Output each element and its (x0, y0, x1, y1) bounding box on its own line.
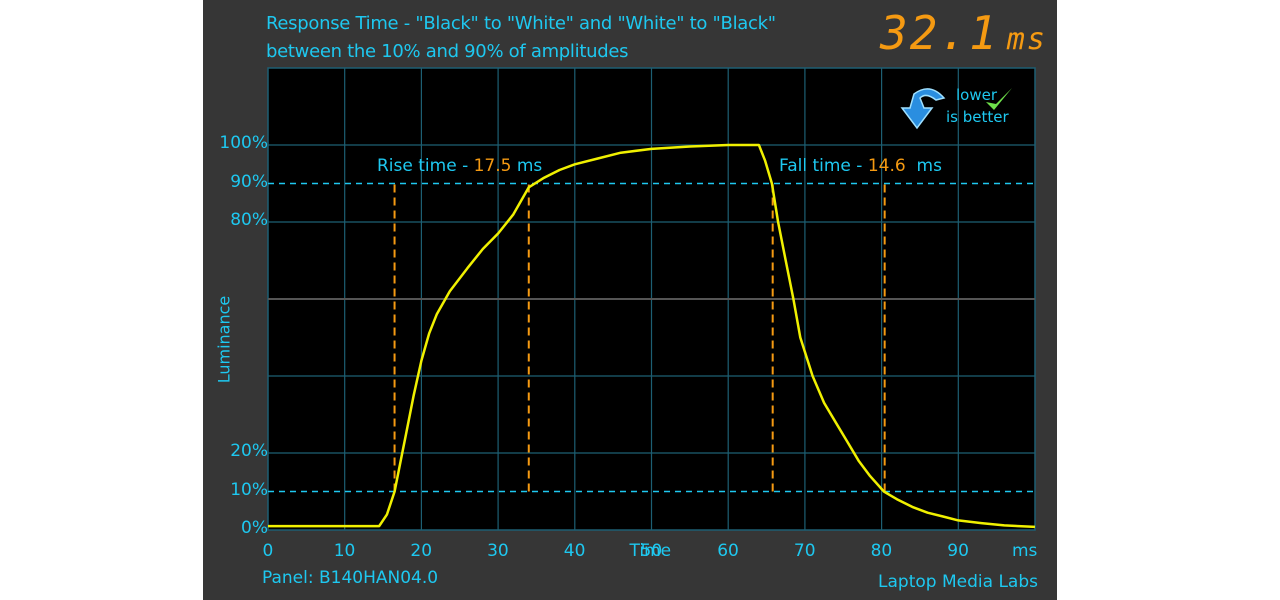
x-tick-label: 20 (410, 541, 433, 561)
y-tick-label: 0% (241, 518, 268, 538)
brand-label: Laptop Media Labs (878, 572, 1038, 592)
y-axis-label: Luminance (214, 295, 234, 384)
x-axis-label: Time (629, 541, 672, 561)
badge-line-1: lower (956, 86, 998, 104)
y-tick-label: 80% (230, 210, 268, 230)
x-tick-label: 0 (262, 541, 274, 561)
arrow-down-check-icon (900, 88, 946, 130)
y-tick-label: 100% (219, 133, 268, 153)
y-tick-label: 10% (230, 479, 268, 500)
y-tick-label: 20% (230, 441, 268, 461)
fall-time-annotation: Fall time - 14.6 ms (779, 156, 942, 176)
x-tick-label: 60 (717, 541, 739, 561)
x-tick-label: 80 (870, 541, 893, 561)
fall-label: Fall time - (779, 156, 868, 176)
rise-unit: ms (511, 156, 543, 176)
badge-line-2: is better (946, 108, 1009, 126)
x-tick-label: 30 (487, 541, 509, 561)
rise-label: Rise time - (377, 156, 474, 176)
rise-value: 17.5 (473, 156, 512, 176)
fall-unit: ms (905, 156, 942, 176)
x-tick-label: 70 (793, 541, 816, 561)
lower-is-better-badge: lower is better (900, 84, 1020, 134)
x-tick-label: 40 (563, 541, 586, 561)
x-unit-label: ms (1012, 541, 1038, 561)
plot-area (267, 67, 1036, 531)
y-tick-label: 90% (230, 171, 268, 192)
fall-value: 14.6 (867, 156, 906, 176)
rise-time-annotation: Rise time - 17.5 ms (377, 156, 542, 176)
panel-model: Panel: B140HAN04.0 (262, 568, 439, 588)
x-tick-label: 10 (333, 541, 356, 561)
x-tick-label: 90 (947, 541, 969, 561)
